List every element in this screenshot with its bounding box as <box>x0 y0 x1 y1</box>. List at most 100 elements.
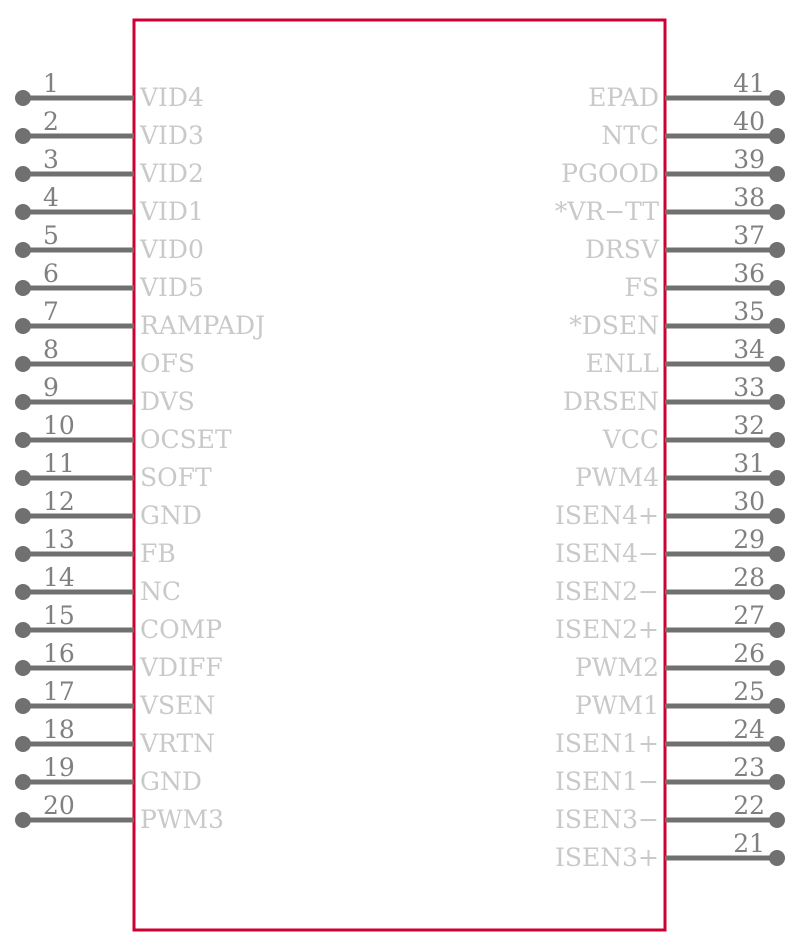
pin-number: 37 <box>733 221 765 250</box>
pin-number: 38 <box>733 183 765 212</box>
pin-name: VSEN <box>139 691 215 720</box>
pin-connection-dot[interactable] <box>15 318 31 334</box>
pin-number: 41 <box>733 69 765 98</box>
pin-number: 4 <box>43 183 59 212</box>
pin-connection-dot[interactable] <box>769 470 785 486</box>
pin-name: PWM4 <box>575 463 659 492</box>
pin-name: ENLL <box>586 349 659 378</box>
pin-number: 40 <box>733 107 765 136</box>
pin-number: 27 <box>733 601 765 630</box>
pin-number: 33 <box>733 373 765 402</box>
pin-number: 19 <box>43 753 75 782</box>
pin-number: 32 <box>733 411 765 440</box>
pin-number: 36 <box>733 259 765 288</box>
pin-connection-dot[interactable] <box>769 432 785 448</box>
pin-name: SOFT <box>140 463 212 492</box>
pin-number: 7 <box>43 297 59 326</box>
pin-name: *VR−TT <box>555 197 659 226</box>
pin-connection-dot[interactable] <box>769 166 785 182</box>
pin-connection-dot[interactable] <box>769 356 785 372</box>
pin-connection-dot[interactable] <box>15 546 31 562</box>
pin-number: 26 <box>733 639 765 668</box>
pin-connection-dot[interactable] <box>769 280 785 296</box>
pin-number: 16 <box>43 639 75 668</box>
pin-connection-dot[interactable] <box>769 508 785 524</box>
pin-connection-dot[interactable] <box>769 660 785 676</box>
pin-name: GND <box>140 767 202 796</box>
pin-number: 9 <box>43 373 59 402</box>
pin-name: VID4 <box>139 83 204 112</box>
pin-number: 6 <box>43 259 59 288</box>
pin-number: 3 <box>43 145 59 174</box>
pin-name: ISEN4+ <box>555 501 659 530</box>
pin-number: 5 <box>43 221 59 250</box>
pin-name: NC <box>140 577 181 606</box>
pin-name: ISEN3+ <box>555 843 659 872</box>
pin-connection-dot[interactable] <box>769 242 785 258</box>
pin-connection-dot[interactable] <box>769 394 785 410</box>
pin-connection-dot[interactable] <box>769 584 785 600</box>
pin-connection-dot[interactable] <box>15 774 31 790</box>
pin-number: 22 <box>733 791 765 820</box>
pin-name: RAMPADJ <box>140 311 265 340</box>
pin-name: *DSEN <box>569 311 659 340</box>
pin-connection-dot[interactable] <box>15 432 31 448</box>
pin-connection-dot[interactable] <box>15 736 31 752</box>
pin-connection-dot[interactable] <box>769 90 785 106</box>
pin-connection-dot[interactable] <box>15 90 31 106</box>
pin-connection-dot[interactable] <box>769 128 785 144</box>
pin-connection-dot[interactable] <box>15 394 31 410</box>
pin-connection-dot[interactable] <box>769 204 785 220</box>
pin-name: EPAD <box>588 83 659 112</box>
pin-name: PWM3 <box>140 805 224 834</box>
pin-number: 25 <box>733 677 765 706</box>
pin-connection-dot[interactable] <box>769 736 785 752</box>
pin-connection-dot[interactable] <box>15 128 31 144</box>
pin-connection-dot[interactable] <box>769 318 785 334</box>
pin-connection-dot[interactable] <box>769 622 785 638</box>
pin-connection-dot[interactable] <box>769 850 785 866</box>
pin-connection-dot[interactable] <box>15 698 31 714</box>
pin-connection-dot[interactable] <box>15 622 31 638</box>
pin-name: ISEN1+ <box>555 729 659 758</box>
pin-connection-dot[interactable] <box>769 546 785 562</box>
pin-name: ISEN3− <box>555 805 659 834</box>
pin-number: 21 <box>733 829 765 858</box>
pin-connection-dot[interactable] <box>15 356 31 372</box>
pin-connection-dot[interactable] <box>15 280 31 296</box>
pin-connection-dot[interactable] <box>15 166 31 182</box>
pin-name: COMP <box>140 615 222 644</box>
pin-name: FB <box>140 539 176 568</box>
pin-connection-dot[interactable] <box>15 204 31 220</box>
pin-number: 18 <box>43 715 75 744</box>
pin-name: DRSV <box>585 235 660 264</box>
pin-connection-dot[interactable] <box>15 470 31 486</box>
pin-name: VCC <box>602 425 659 454</box>
pin-number: 34 <box>733 335 765 364</box>
pin-name: VID3 <box>139 121 204 150</box>
pin-name: NTC <box>601 121 659 150</box>
pin-connection-dot[interactable] <box>769 698 785 714</box>
pin-name: VID1 <box>139 197 204 226</box>
pin-number: 20 <box>43 791 75 820</box>
pin-number: 39 <box>733 145 765 174</box>
pin-number: 28 <box>733 563 765 592</box>
pin-name: FS <box>625 273 659 302</box>
pin-connection-dot[interactable] <box>15 812 31 828</box>
pin-number: 17 <box>43 677 75 706</box>
pin-number: 24 <box>733 715 765 744</box>
pin-number: 31 <box>733 449 765 478</box>
pin-connection-dot[interactable] <box>15 508 31 524</box>
pin-connection-dot[interactable] <box>15 660 31 676</box>
pin-connection-dot[interactable] <box>769 774 785 790</box>
pin-number: 15 <box>43 601 75 630</box>
pin-name: ISEN4− <box>555 539 659 568</box>
pin-name: OCSET <box>140 425 232 454</box>
pin-name: GND <box>140 501 202 530</box>
pin-name: VID2 <box>139 159 204 188</box>
pin-name: VID0 <box>139 235 204 264</box>
pin-connection-dot[interactable] <box>769 812 785 828</box>
pin-connection-dot[interactable] <box>15 584 31 600</box>
pin-name: PGOOD <box>561 159 659 188</box>
pin-connection-dot[interactable] <box>15 242 31 258</box>
